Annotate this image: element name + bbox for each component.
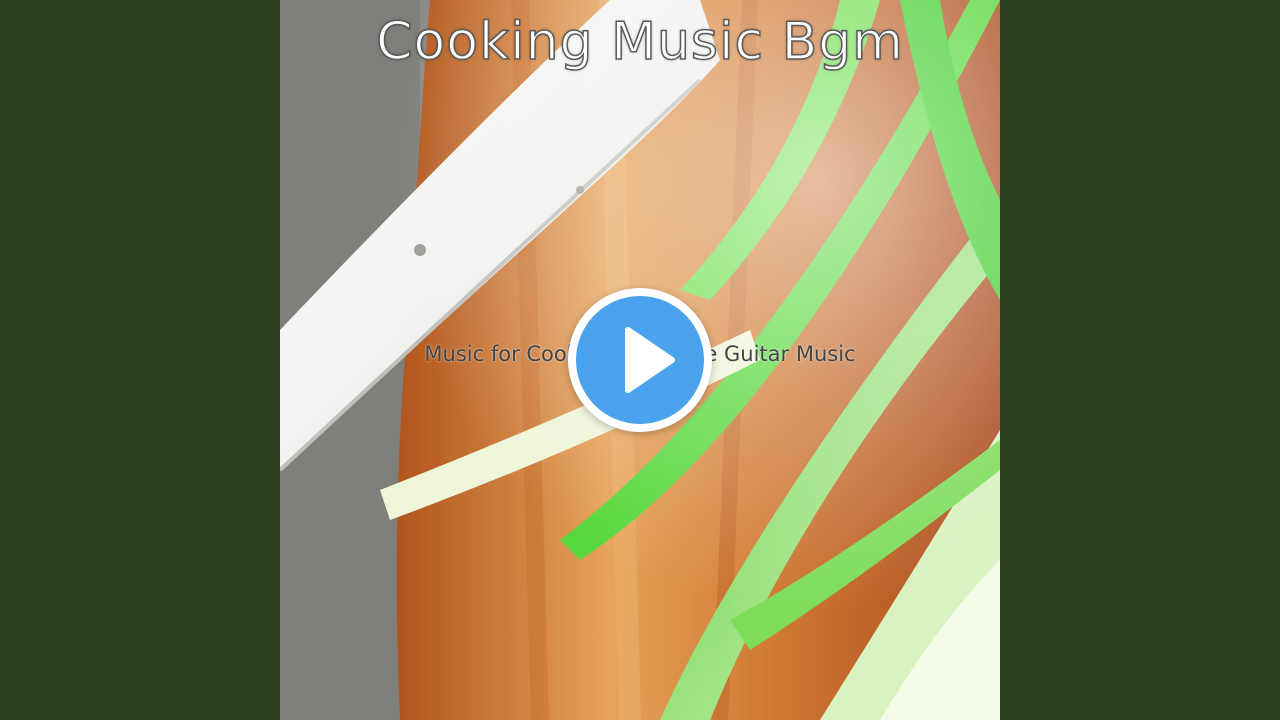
play-button-circle [576,296,704,424]
play-button[interactable] [568,288,712,432]
video-player[interactable]: Cooking Music Bgm Music for Cooking - Su… [0,0,1280,720]
video-title: Cooking Music Bgm [375,11,904,73]
play-icon [625,327,675,393]
